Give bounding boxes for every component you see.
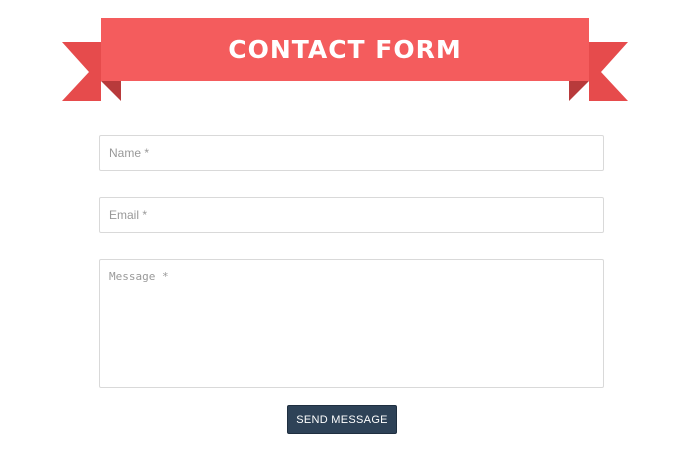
send-message-label: SEND MESSAGE [296, 413, 388, 426]
email-placeholder: Email * [109, 208, 148, 222]
message-placeholder: Message * [109, 270, 169, 283]
ribbon-banner: CONTACT FORM [0, 0, 689, 110]
name-placeholder: Name * [109, 146, 150, 160]
ribbon-right-fold [569, 81, 589, 101]
ribbon-main: CONTACT FORM [101, 18, 589, 81]
name-input[interactable]: Name * [99, 135, 604, 171]
ribbon-left-fold [101, 81, 121, 101]
send-message-button[interactable]: SEND MESSAGE [287, 405, 397, 434]
form-title: CONTACT FORM [228, 35, 462, 64]
email-input[interactable]: Email * [99, 197, 604, 233]
message-textarea[interactable]: Message * [99, 259, 604, 388]
